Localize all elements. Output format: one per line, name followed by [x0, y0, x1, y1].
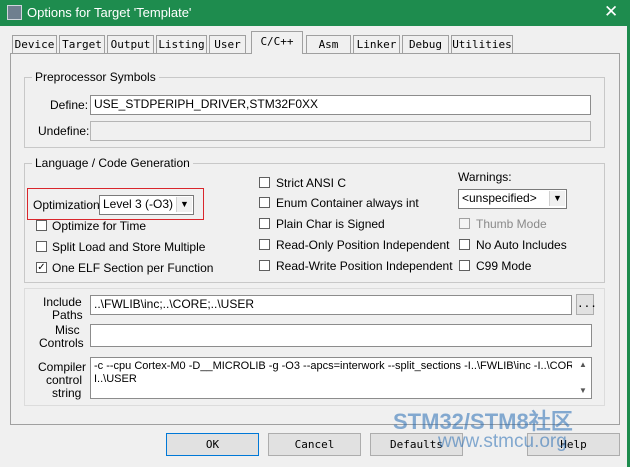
app-icon	[7, 5, 22, 20]
warnings-label: Warnings:	[458, 170, 512, 184]
tab-device[interactable]: Device	[12, 35, 57, 53]
scroll-up-icon[interactable]: ▲	[579, 360, 587, 369]
strict-ansi-checkbox[interactable]	[259, 177, 270, 188]
tab-linker[interactable]: Linker	[353, 35, 400, 53]
no-auto-includes-label: No Auto Includes	[476, 238, 567, 252]
enum-container-checkbox[interactable]	[259, 197, 270, 208]
tab-asm[interactable]: Asm	[306, 35, 351, 53]
tab-output[interactable]: Output	[107, 35, 154, 53]
include-label-line1: Include	[43, 295, 82, 309]
chevron-down-icon[interactable]: ▼	[549, 191, 565, 206]
misc-label-line1: Misc	[55, 323, 80, 337]
include-paths-field[interactable]: ..\FWLIB\inc;..\CORE;..\USER	[90, 295, 572, 315]
include-label-line2: Paths	[52, 308, 83, 322]
compiler-string-line2: I..\USER	[94, 373, 137, 385]
ro-pi-checkbox[interactable]	[259, 239, 270, 250]
watermark-url: www.stmcu.org	[438, 431, 567, 452]
plain-char-label: Plain Char is Signed	[276, 217, 385, 231]
misc-label-line2: Controls	[39, 336, 84, 350]
compiler-control-string[interactable]: -c --cpu Cortex-M0 -D__MICROLIB -g -O3 -…	[90, 357, 592, 399]
undefine-label: Undefine:	[38, 124, 90, 138]
optimization-label: Optimization:	[33, 198, 104, 212]
rw-pi-label: Read-Write Position Independent	[276, 259, 453, 273]
split-load-label: Split Load and Store Multiple	[52, 240, 206, 254]
tab-listing[interactable]: Listing	[156, 35, 207, 53]
optimize-time-checkbox[interactable]	[36, 220, 47, 231]
include-browse-button[interactable]: ...	[576, 294, 597, 315]
optimization-select[interactable]: Level 3 (-O3) ▼	[99, 195, 194, 215]
warnings-select[interactable]: <unspecified> ▼	[458, 189, 567, 209]
optimize-time-label: Optimize for Time	[52, 219, 147, 233]
enum-container-label: Enum Container always int	[276, 196, 419, 210]
compiler-string-line1: -c --cpu Cortex-M0 -D__MICROLIB -g -O3 -…	[94, 360, 572, 372]
split-load-checkbox[interactable]	[36, 241, 47, 252]
c99-mode-label: C99 Mode	[476, 259, 532, 273]
tab-user[interactable]: User	[209, 35, 246, 53]
strict-ansi-label: Strict ANSI C	[276, 176, 347, 190]
optimization-value: Level 3 (-O3)	[103, 197, 174, 211]
compiler-label-line3: string	[52, 386, 82, 400]
scroll-down-icon[interactable]: ▼	[579, 386, 587, 395]
thumb-mode-checkbox[interactable]	[459, 218, 470, 229]
tab-target[interactable]: Target	[59, 35, 105, 53]
one-elf-label: One ELF Section per Function	[52, 261, 214, 275]
define-label: Define:	[50, 98, 89, 112]
close-icon[interactable]: ✕	[604, 2, 618, 22]
tab-c-cpp[interactable]: C/C++	[251, 31, 303, 54]
language-legend: Language / Code Generation	[32, 156, 193, 170]
thumb-mode-label: Thumb Mode	[476, 217, 547, 231]
c99-mode-checkbox[interactable]	[459, 260, 470, 271]
preprocessor-legend: Preprocessor Symbols	[32, 70, 159, 84]
undefine-field[interactable]	[90, 121, 591, 141]
title-bar: Options for Target 'Template' ✕	[0, 0, 630, 26]
warnings-value: <unspecified>	[462, 191, 537, 205]
define-field[interactable]: USE_STDPERIPH_DRIVER,STM32F0XX	[90, 95, 591, 115]
window-title: Options for Target 'Template'	[27, 5, 192, 20]
misc-controls-field[interactable]	[90, 324, 592, 347]
cancel-button[interactable]: Cancel	[268, 433, 361, 456]
plain-char-checkbox[interactable]	[259, 218, 270, 229]
tab-debug[interactable]: Debug	[402, 35, 449, 53]
ok-button[interactable]: OK	[166, 433, 259, 456]
one-elf-checkbox[interactable]: ✓	[36, 262, 47, 273]
no-auto-includes-checkbox[interactable]	[459, 239, 470, 250]
chevron-down-icon[interactable]: ▼	[176, 197, 192, 212]
compiler-label-line1: Compiler	[38, 360, 87, 374]
compiler-label-line2: control	[46, 373, 83, 387]
tab-utilities[interactable]: Utilities	[451, 35, 513, 53]
rw-pi-checkbox[interactable]	[259, 260, 270, 271]
ro-pi-label: Read-Only Position Independent	[276, 238, 450, 252]
